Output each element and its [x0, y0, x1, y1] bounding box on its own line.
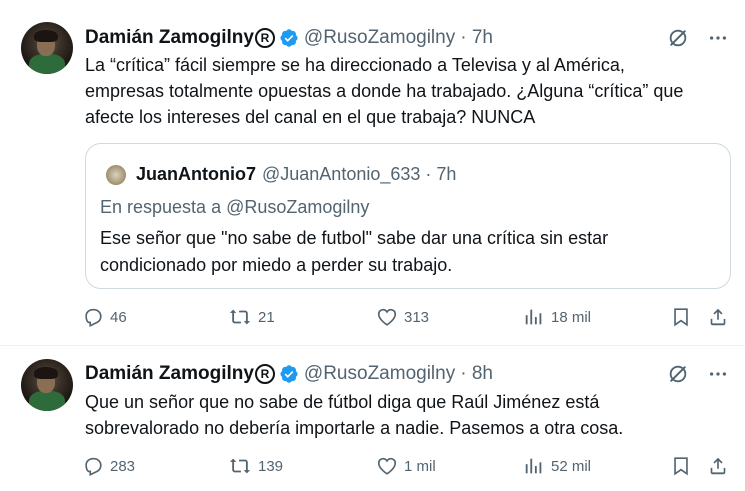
author-handle[interactable]: @RusoZamogilny — [304, 363, 455, 385]
quoted-text: Ese señor que "no sabe de futbol" sabe d… — [100, 225, 720, 279]
views-icon — [525, 309, 542, 325]
tweet-text-line: Que un señor que no sabe de fútbol diga … — [85, 392, 600, 412]
tweet-text: Que un señor que no sabe de fútbol diga … — [85, 389, 725, 441]
reply-icon — [85, 457, 102, 477]
share-icon — [710, 308, 726, 326]
registered-symbol: R — [254, 28, 275, 48]
views-icon — [525, 458, 542, 474]
views-count: 18 mil — [551, 308, 592, 326]
quoted-text-line: Ese señor que "no sabe de futbol" sabe d… — [100, 228, 609, 248]
views-button[interactable]: 18 mil — [523, 306, 591, 328]
bookmark-button[interactable] — [670, 306, 698, 328]
retweet-count: 139 — [258, 457, 284, 475]
author-handle[interactable]: @RusoZamogilny — [304, 27, 455, 49]
reply-icon — [85, 308, 102, 328]
like-count: 313 — [404, 308, 430, 326]
verified-badge-icon — [280, 365, 298, 383]
tweet-text-line: empresas totalmente opuestas a donde ha … — [85, 81, 684, 101]
tweet-time[interactable]: · 8h — [460, 363, 493, 385]
grok-icon[interactable] — [667, 27, 689, 49]
action-bar: 46 21 313 18 mil — [82, 306, 732, 330]
action-bar: 283 139 1 mil 52 mil — [82, 455, 732, 479]
share-button[interactable] — [707, 306, 735, 328]
verified-badge-icon — [280, 29, 298, 47]
bookmark-icon — [674, 457, 688, 476]
more-icon[interactable] — [707, 363, 729, 385]
tweet-text-line: La “crítica” fácil siempre se ha direcci… — [85, 55, 625, 75]
grok-icon[interactable] — [667, 363, 689, 385]
reply-count: 283 — [110, 457, 136, 475]
retweet-count: 21 — [258, 308, 275, 326]
retweet-button[interactable]: 21 — [228, 306, 275, 328]
tweet-top-icons — [667, 363, 729, 385]
like-button[interactable]: 313 — [376, 306, 429, 328]
tweet-text-line: sobrevalorado no debería importarle a na… — [85, 418, 624, 438]
share-icon — [710, 457, 726, 475]
retweet-button[interactable]: 139 — [228, 455, 283, 477]
share-button[interactable] — [707, 455, 735, 477]
author-name[interactable]: Damián Zamogilny — [85, 363, 254, 385]
reply-button[interactable]: 46 — [82, 306, 127, 328]
quoted-tweet[interactable]: JuanAntonio7 @JuanAntonio_633 · 7h En re… — [85, 143, 731, 289]
tweet-header: Damián Zamogilny R @RusoZamogilny · 7h — [85, 26, 493, 50]
quoted-author-name: JuanAntonio7 — [136, 164, 256, 184]
tweet[interactable]: Damián Zamogilny R @RusoZamogilny · 7h L… — [0, 0, 745, 346]
views-count: 52 mil — [551, 457, 592, 475]
heart-icon — [377, 308, 397, 326]
views-button[interactable]: 52 mil — [523, 455, 591, 477]
author-name[interactable]: Damián Zamogilny — [85, 27, 254, 49]
more-icon[interactable] — [707, 27, 729, 49]
retweet-icon — [229, 309, 251, 325]
heart-icon — [377, 457, 397, 475]
tweet-text: La “crítica” fácil siempre se ha direcci… — [85, 52, 725, 130]
like-count: 1 mil — [404, 457, 436, 475]
like-button[interactable]: 1 mil — [376, 455, 436, 477]
avatar[interactable] — [21, 359, 73, 411]
reply-context: En respuesta a @RusoZamogilny — [100, 197, 370, 217]
reply-button[interactable]: 283 — [82, 455, 135, 477]
tweet-text-line: afecte los intereses del canal en el que… — [85, 107, 536, 127]
tweet-top-icons — [667, 27, 729, 49]
tweet-time[interactable]: · 7h — [460, 27, 493, 49]
tweet[interactable]: Damián Zamogilny R @RusoZamogilny · 8h Q… — [0, 347, 745, 491]
bookmark-button[interactable] — [670, 455, 698, 477]
quoted-text-line: condicionado por miedo a perder su traba… — [100, 255, 453, 275]
quoted-author-handle: @JuanAntonio_633 · 7h — [262, 164, 457, 184]
avatar[interactable] — [21, 22, 73, 74]
bookmark-icon — [674, 308, 688, 327]
registered-symbol: R — [254, 364, 275, 384]
quoted-avatar — [106, 164, 126, 185]
reply-count: 46 — [110, 308, 127, 326]
retweet-icon — [229, 458, 251, 474]
tweet-header: Damián Zamogilny R @RusoZamogilny · 8h — [85, 362, 493, 386]
quoted-tweet-header: JuanAntonio7 @JuanAntonio_633 · 7h — [106, 164, 456, 185]
